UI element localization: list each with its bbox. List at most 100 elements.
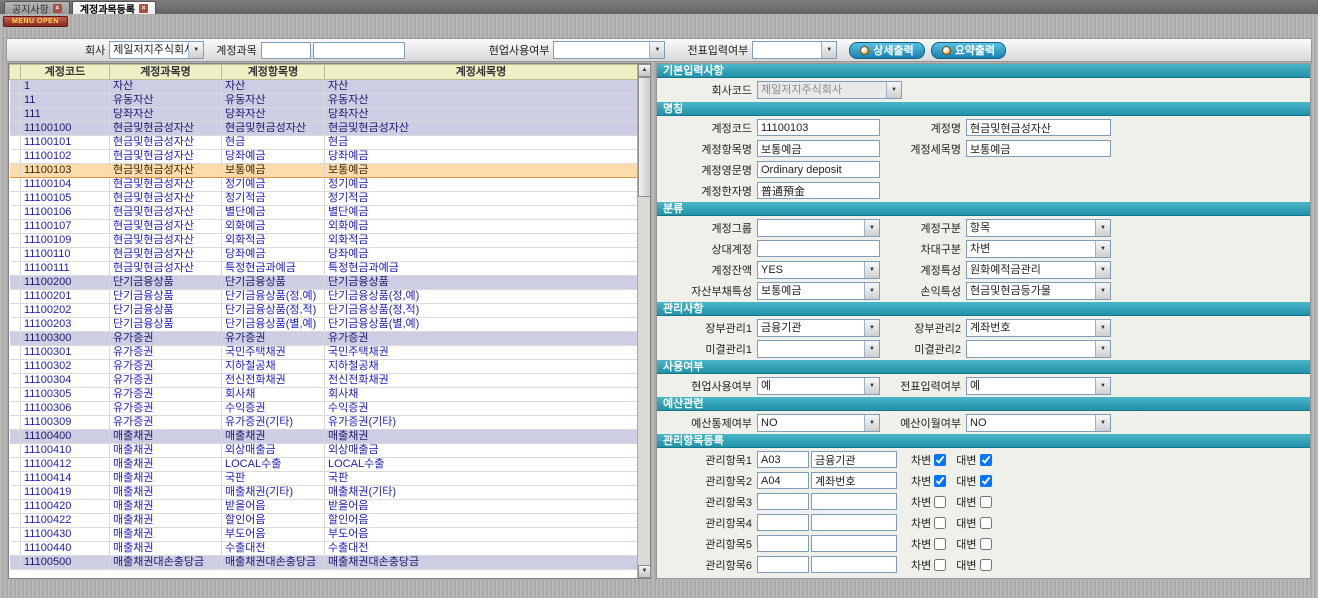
grid-row[interactable]: 11100419매출채권매출채권(기타)매출채권(기타)	[10, 486, 638, 500]
menu-open-button[interactable]: MENU OPEN	[3, 16, 68, 27]
credit-checkbox[interactable]	[980, 538, 992, 550]
grid-row[interactable]: 11유동자산유동자산유동자산	[10, 94, 638, 108]
mgmt-item-code-input[interactable]	[757, 451, 809, 468]
item-name-input[interactable]	[757, 140, 880, 157]
grid-row[interactable]: 11100422매출채권할인어음할인어음	[10, 514, 638, 528]
scroll-down-icon[interactable]: ▼	[638, 565, 651, 578]
summary-print-button[interactable]: 요약출력	[931, 42, 1006, 59]
close-icon[interactable]: ×	[53, 4, 62, 13]
account-group-select[interactable]: ▼	[757, 219, 880, 237]
grid-row[interactable]: 11100309유가증권유가증권(기타)유가증권(기타)	[10, 416, 638, 430]
grid-row[interactable]: 11100100현금및현금성자산현금및현금성자산현금및현금성자산	[10, 122, 638, 136]
scroll-thumb[interactable]	[638, 77, 651, 197]
grid-row[interactable]: 11100400매출채권매출채권매출채권	[10, 430, 638, 444]
grid-row[interactable]: 11100109현금및현금성자산외화적금외화적금	[10, 234, 638, 248]
debit-checkbox[interactable]	[934, 517, 946, 529]
mgmt-item-name-input[interactable]	[811, 514, 897, 531]
scroll-up-icon[interactable]: ▲	[638, 64, 651, 77]
mgmt-item-name-input[interactable]	[811, 535, 897, 552]
grid-row[interactable]: 11100430매출채권부도어음부도어음	[10, 528, 638, 542]
grid-row[interactable]: 11100110현금및현금성자산당좌예금당좌예금	[10, 248, 638, 262]
account-code-filter-input[interactable]	[261, 42, 311, 59]
field-use-filter-select[interactable]: ▼	[553, 41, 665, 59]
grid-row[interactable]: 11100302유가증권지하철공채지하철공채	[10, 360, 638, 374]
grid-scrollbar[interactable]: ▲ ▼	[637, 64, 650, 578]
grid-row[interactable]: 11100412매출채권LOCAL수출LOCAL수출	[10, 458, 638, 472]
tab-notice[interactable]: 공지사항 ×	[4, 1, 70, 14]
grid-row[interactable]: 11100202단기금융상품단기금융상품(정,적)단기금융상품(정,적)	[10, 304, 638, 318]
mgmt-item-name-input[interactable]	[811, 493, 897, 510]
grid-row[interactable]: 11100106현금및현금성자산별단예금별단예금	[10, 206, 638, 220]
account-name-filter-input[interactable]	[313, 42, 405, 59]
company-select[interactable]: 제일저지주식회사 ▼	[109, 41, 204, 59]
english-name-input[interactable]	[757, 161, 880, 178]
dc-division-select[interactable]: 차변 ▼	[966, 240, 1111, 258]
tab-account-register[interactable]: 계정과목등록 ×	[72, 1, 156, 14]
grid-header-detail[interactable]: 계정세목명	[325, 65, 638, 80]
grid-row[interactable]: 11100306유가증권수익증권수익증권	[10, 402, 638, 416]
debit-checkbox[interactable]	[934, 475, 946, 487]
slip-entry-filter-select[interactable]: ▼	[752, 41, 837, 59]
account-code-input[interactable]	[757, 119, 880, 136]
pending-mgmt2-select[interactable]: ▼	[966, 340, 1111, 358]
counter-account-input[interactable]	[757, 240, 880, 257]
account-trait-select[interactable]: 원화예적금관리 ▼	[966, 261, 1111, 279]
grid-row[interactable]: 11100414매출채권국판국판	[10, 472, 638, 486]
grid-row[interactable]: 11100107현금및현금성자산외화예금외화예금	[10, 220, 638, 234]
grid-row[interactable]: 11100440매출채권수출대전수출대전	[10, 542, 638, 556]
grid-row[interactable]: 11100104현금및현금성자산정기예금정기예금	[10, 178, 638, 192]
grid-row[interactable]: 11100500매출채권대손충당금매출채권대손충당금매출채권대손충당금	[10, 556, 638, 570]
mgmt-item-name-input[interactable]	[811, 556, 897, 573]
debit-checkbox[interactable]	[934, 559, 946, 571]
grid-header-name[interactable]: 계정과목명	[110, 65, 222, 80]
debit-checkbox[interactable]	[934, 496, 946, 508]
grid-row[interactable]: 11100305유가증권회사채회사채	[10, 388, 638, 402]
account-name-input[interactable]	[966, 119, 1111, 136]
slip-entry-select[interactable]: 예 ▼	[966, 377, 1111, 395]
debit-checkbox[interactable]	[934, 454, 946, 466]
mgmt-item-code-input[interactable]	[757, 556, 809, 573]
budget-control-select[interactable]: NO ▼	[757, 414, 880, 432]
field-use-select[interactable]: 예 ▼	[757, 377, 880, 395]
mgmt-item-code-input[interactable]	[757, 514, 809, 531]
asset-trait-select[interactable]: 보통예금 ▼	[757, 282, 880, 300]
grid-row[interactable]: 111당좌자산당좌자산당좌자산	[10, 108, 638, 122]
grid-row[interactable]: 11100200단기금융상품단기금융상품단기금융상품	[10, 276, 638, 290]
book-mgmt2-select[interactable]: 계좌번호 ▼	[966, 319, 1111, 337]
close-icon[interactable]: ×	[139, 4, 148, 13]
grid-row[interactable]: 11100301유가증권국민주택채권국민주택채권	[10, 346, 638, 360]
mgmt-item-code-input[interactable]	[757, 535, 809, 552]
grid-row[interactable]: 11100300유가증권유가증권유가증권	[10, 332, 638, 346]
pl-trait-select[interactable]: 현금및현금등가물 ▼	[966, 282, 1111, 300]
grid-header-item[interactable]: 계정항목명	[222, 65, 325, 80]
credit-checkbox[interactable]	[980, 559, 992, 571]
grid-row[interactable]: 1자산자산자산	[10, 80, 638, 94]
hanja-name-input[interactable]	[757, 182, 880, 199]
detail-name-input[interactable]	[966, 140, 1111, 157]
credit-checkbox[interactable]	[980, 517, 992, 529]
account-division-select[interactable]: 항목 ▼	[966, 219, 1111, 237]
grid-row[interactable]: 11100102현금및현금성자산당좌예금당좌예금	[10, 150, 638, 164]
budget-carryover-select[interactable]: NO ▼	[966, 414, 1111, 432]
credit-checkbox[interactable]	[980, 496, 992, 508]
credit-checkbox[interactable]	[980, 454, 992, 466]
grid-row[interactable]: 11100410매출채권외상매출금외상매출금	[10, 444, 638, 458]
grid-row[interactable]: 11100111현금및현금성자산특정현금과예금특정현금과예금	[10, 262, 638, 276]
detail-print-button[interactable]: 상세출력	[849, 42, 924, 59]
grid-row[interactable]: 11100201단기금융상품단기금융상품(정,예)단기금융상품(정,예)	[10, 290, 638, 304]
grid-row[interactable]: 11100420매출채권받을어음받을어음	[10, 500, 638, 514]
mgmt-item-code-input[interactable]	[757, 493, 809, 510]
grid-row[interactable]: 11100101현금및현금성자산현금현금	[10, 136, 638, 150]
mgmt-item-name-input[interactable]	[811, 472, 897, 489]
grid-row[interactable]: 11100105현금및현금성자산정기적금정기적금	[10, 192, 638, 206]
debit-checkbox[interactable]	[934, 538, 946, 550]
book-mgmt1-select[interactable]: 금융기관 ▼	[757, 319, 880, 337]
grid-header-code[interactable]: 계정코드	[21, 65, 110, 80]
mgmt-item-name-input[interactable]	[811, 451, 897, 468]
grid-row[interactable]: 11100203단기금융상품단기금융상품(별,예)단기금융상품(별,예)	[10, 318, 638, 332]
mgmt-item-code-input[interactable]	[757, 472, 809, 489]
credit-checkbox[interactable]	[980, 475, 992, 487]
pending-mgmt1-select[interactable]: ▼	[757, 340, 880, 358]
grid-row-selected[interactable]: 11100103현금및현금성자산보통예금보통예금	[10, 164, 638, 178]
account-balance-select[interactable]: YES ▼	[757, 261, 880, 279]
